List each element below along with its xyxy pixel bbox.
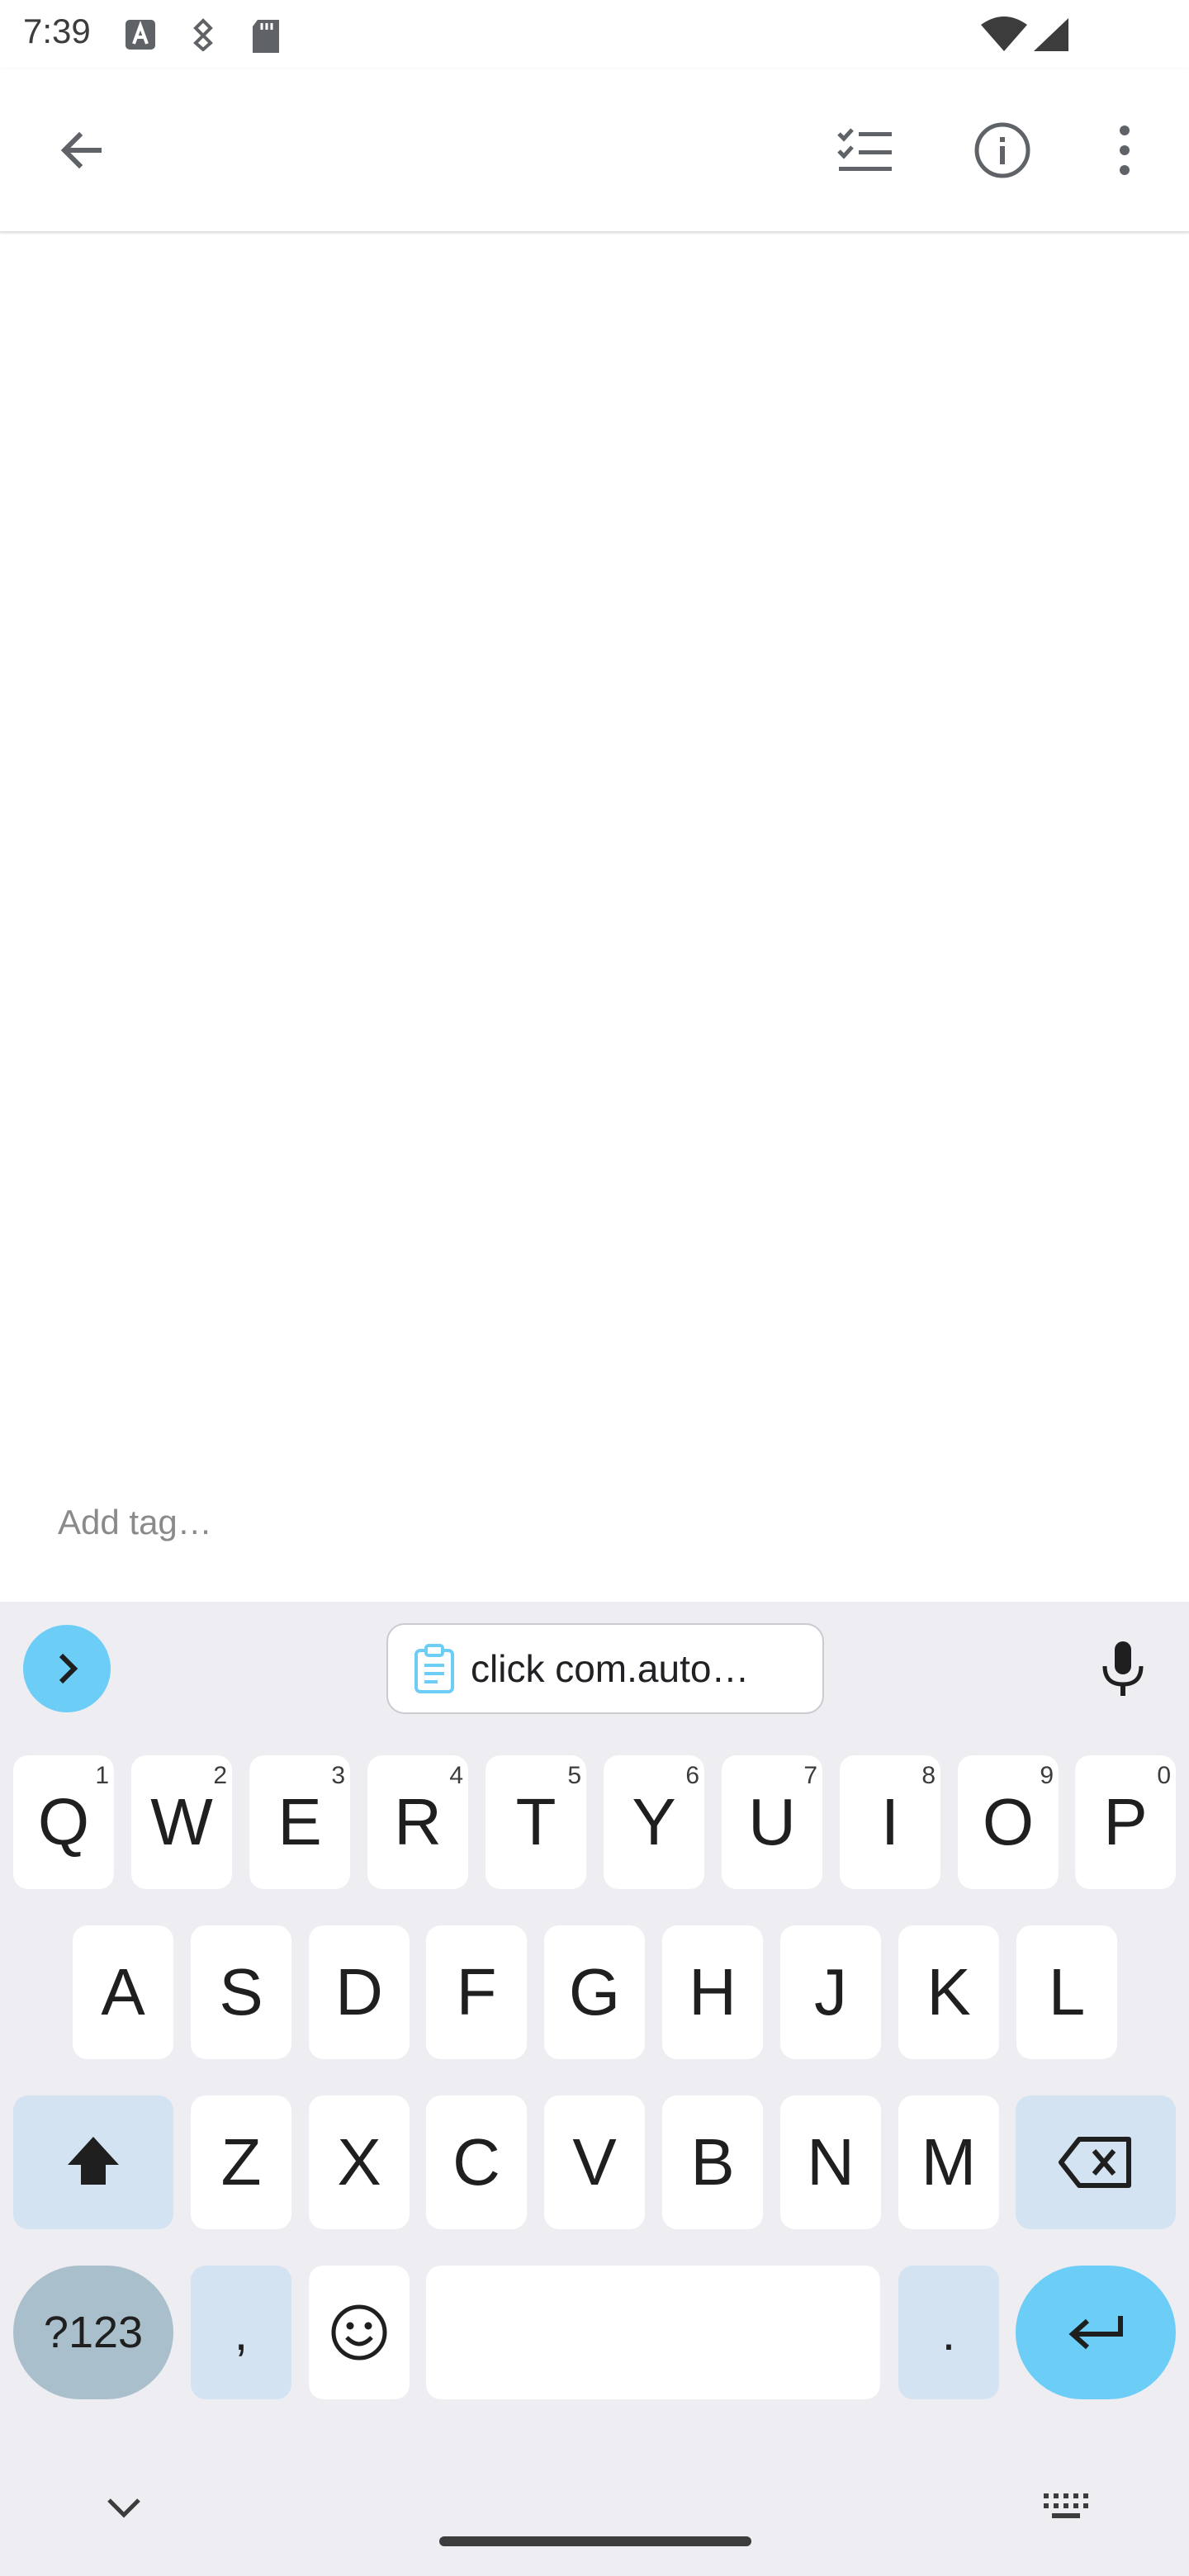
period-key[interactable]: . (898, 2266, 999, 2399)
gesture-navigation-handle[interactable] (439, 2536, 751, 2546)
more-vert-icon (1120, 125, 1130, 175)
key-w[interactable]: W2 (131, 1755, 232, 1889)
note-content-area[interactable] (0, 234, 1189, 1481)
symbols-key[interactable]: ?123 (13, 2266, 173, 2399)
key-j[interactable]: J (780, 1925, 881, 2059)
arrow-back-icon (60, 131, 102, 169)
key-l[interactable]: L (1016, 1925, 1117, 2059)
sd-card-icon (249, 18, 282, 59)
key-o[interactable]: O9 (958, 1755, 1059, 1889)
key-b[interactable]: B (662, 2095, 763, 2229)
clipboard-text: click com.auto… (471, 1647, 750, 1690)
back-button[interactable] (41, 111, 121, 190)
info-icon (974, 122, 1030, 178)
key-i[interactable]: I8 (840, 1755, 940, 1889)
key-r[interactable]: R4 (367, 1755, 468, 1889)
key-f[interactable]: F (426, 1925, 527, 2059)
chevron-down-icon (107, 2498, 140, 2518)
key-z[interactable]: Z (191, 2095, 291, 2229)
chevron-right-icon (59, 1653, 78, 1684)
emoji-key[interactable] (309, 2266, 410, 2399)
key-v[interactable]: V (544, 2095, 645, 2229)
key-d[interactable]: D (309, 1925, 410, 2059)
key-c[interactable]: C (426, 2095, 527, 2229)
key-h[interactable]: H (662, 1925, 763, 2059)
signal-icon (1032, 17, 1070, 57)
wifi-icon (979, 17, 1029, 57)
checklist-button[interactable] (826, 111, 905, 190)
keyboard-icon (1044, 2493, 1088, 2518)
shift-icon (68, 2137, 119, 2185)
key-x[interactable]: X (309, 2095, 410, 2229)
key-n[interactable]: N (780, 2095, 881, 2229)
key-g[interactable]: G (544, 1925, 645, 2059)
more-options-button[interactable] (1085, 111, 1164, 190)
download-notification-icon (187, 18, 220, 55)
key-t[interactable]: T5 (486, 1755, 586, 1889)
microphone-icon (1102, 1641, 1144, 1696)
enter-key[interactable] (1016, 2266, 1176, 2399)
key-q[interactable]: Q1 (13, 1755, 114, 1889)
status-time: 7:39 (23, 12, 91, 50)
add-tag-input[interactable]: Add tag… (58, 1503, 212, 1542)
key-u[interactable]: U7 (722, 1755, 822, 1889)
key-s[interactable]: S (191, 1925, 291, 2059)
keyboard (0, 1602, 1189, 2576)
keyboard-toolbar-expand-button[interactable] (23, 1625, 111, 1712)
clipboard-icon (414, 1644, 454, 1693)
font-notification-icon (124, 18, 157, 55)
info-button[interactable] (963, 111, 1042, 190)
space-key[interactable] (426, 2266, 880, 2399)
key-y[interactable]: Y6 (604, 1755, 704, 1889)
status-bar: 7:39 (0, 0, 1189, 69)
backspace-key[interactable] (1016, 2095, 1176, 2229)
key-m[interactable]: M (898, 2095, 999, 2229)
shift-key[interactable] (13, 2095, 173, 2229)
key-e[interactable]: E3 (249, 1755, 350, 1889)
voice-input-button[interactable] (1082, 1628, 1164, 1711)
key-a[interactable]: A (73, 1925, 173, 2059)
checklist-icon (837, 128, 892, 171)
backspace-icon (1059, 2137, 1131, 2188)
enter-icon (1068, 2316, 1123, 2350)
comma-key[interactable]: , (191, 2266, 291, 2399)
keyboard-switch-button[interactable] (1042, 2490, 1090, 2527)
emoji-icon (331, 2304, 387, 2361)
key-p[interactable]: P0 (1075, 1755, 1176, 1889)
clipboard-suggestion-chip[interactable]: click com.auto… (386, 1623, 824, 1714)
hide-keyboard-button[interactable] (104, 2495, 144, 2524)
app-bar (0, 69, 1189, 233)
key-k[interactable]: K (898, 1925, 999, 2059)
